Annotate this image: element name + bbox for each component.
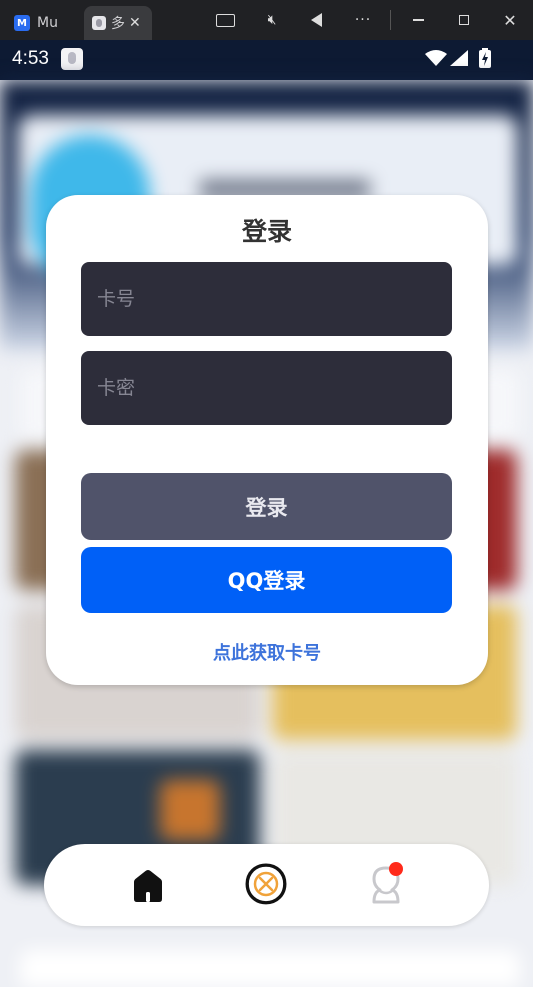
center-logo-icon[interactable] <box>244 862 288 906</box>
notification-avatar-icon <box>61 48 83 70</box>
login-dialog: 登录 登录 QQ登录 点此获取卡号 <box>46 195 488 685</box>
page-favicon-icon <box>92 16 106 30</box>
tab-page[interactable]: 多 ✕ <box>84 6 152 40</box>
background-tile-accent <box>160 780 220 840</box>
mute-icon[interactable]: 🔇︎ <box>262 10 282 30</box>
background-card <box>20 950 520 987</box>
tab-close-icon[interactable]: ✕ <box>129 15 141 31</box>
bottom-nav <box>44 844 489 926</box>
login-button[interactable]: 登录 <box>81 473 452 540</box>
minimize-icon[interactable] <box>410 10 426 30</box>
notification-badge <box>389 862 403 876</box>
status-bar: 4:53 <box>0 40 533 80</box>
back-icon[interactable] <box>308 10 324 30</box>
keyboard-icon[interactable] <box>214 10 236 30</box>
tab-label: Mu <box>37 15 58 31</box>
card-password-input[interactable] <box>81 351 452 425</box>
dialog-title: 登录 <box>241 217 292 246</box>
get-card-link[interactable]: 点此获取卡号 <box>46 639 488 665</box>
battery-icon <box>479 48 491 68</box>
qq-login-button[interactable]: QQ登录 <box>81 547 452 613</box>
close-icon[interactable]: ✕ <box>502 10 518 30</box>
tab-label: 多 <box>111 16 125 32</box>
signal-icon <box>450 50 468 66</box>
window-titlebar: M Mu 多 ✕ 🔇︎ ··· ✕ <box>0 0 533 40</box>
home-icon[interactable] <box>130 868 166 904</box>
app-logo-icon: M <box>14 15 30 31</box>
status-time: 4:53 <box>12 48 49 69</box>
wifi-icon <box>425 50 447 66</box>
maximize-icon[interactable] <box>456 10 472 30</box>
more-icon[interactable]: ··· <box>352 10 374 30</box>
card-number-input[interactable] <box>81 262 452 336</box>
tab-app[interactable]: M Mu <box>14 6 82 40</box>
titlebar-divider <box>390 10 391 30</box>
